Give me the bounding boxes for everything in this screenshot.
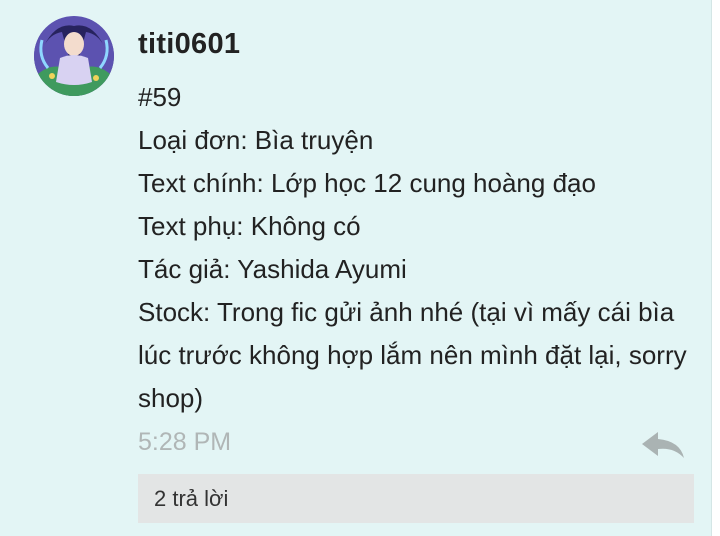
timestamp: 5:28 PM: [138, 428, 232, 456]
avatar-image: [34, 16, 114, 96]
comment-card: titi0601 #59 Loại đơn: Bìa truyện Text c…: [0, 0, 712, 536]
comment-line: Stock: Trong fic gửi ảnh nhé (tại vì mấy…: [138, 297, 687, 413]
comment-line: Loại đơn: Bìa truyện: [138, 125, 374, 155]
comment-line: Text phụ: Không có: [138, 211, 361, 241]
comment-line: Text chính: Lớp học 12 cung hoàng đạo: [138, 168, 596, 198]
replies-count-button[interactable]: 2 trả lời: [138, 474, 694, 523]
post-number: #59: [138, 82, 182, 112]
comment-line: Tác giả: Yashida Ayumi: [138, 254, 407, 284]
avatar[interactable]: [34, 16, 114, 96]
comment-body: #59 Loại đơn: Bìa truyện Text chính: Lớp…: [138, 76, 688, 420]
username[interactable]: titi0601: [138, 28, 240, 61]
reply-arrow-icon[interactable]: [640, 430, 686, 460]
